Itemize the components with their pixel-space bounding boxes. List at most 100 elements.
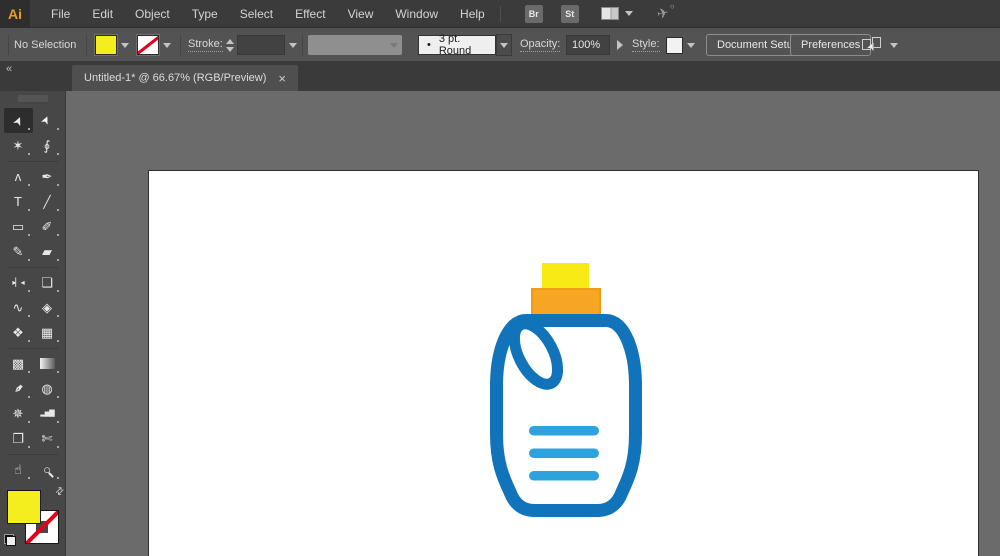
tool-mesh-tool[interactable]: ▩ bbox=[4, 351, 33, 376]
column-graph-icon: ▂▅▇ bbox=[40, 410, 54, 417]
tool-free-transform-tool[interactable]: ◈ bbox=[33, 295, 62, 320]
swap-fill-stroke-icon[interactable]: ⇄ bbox=[53, 485, 67, 499]
bridge-button[interactable]: Br bbox=[524, 4, 543, 23]
tool-curvature-tool[interactable]: ʌ bbox=[4, 164, 33, 189]
default-fill-stroke-icon[interactable] bbox=[4, 534, 16, 546]
opacity-expand-icon[interactable] bbox=[617, 40, 623, 50]
menu-object[interactable]: Object bbox=[124, 0, 181, 28]
menu-window[interactable]: Window bbox=[384, 0, 449, 28]
preferences-button[interactable]: Preferences bbox=[790, 34, 872, 56]
free-transform-icon: ◈ bbox=[42, 300, 52, 315]
tool-reflect-tool[interactable]: ▸▏◂ bbox=[4, 270, 33, 295]
artboard[interactable] bbox=[148, 170, 979, 556]
stroke-color-swatch[interactable] bbox=[137, 35, 159, 55]
tool-direct-selection-tool[interactable]: ➤ bbox=[33, 108, 62, 133]
collapse-panel-icon[interactable]: « bbox=[6, 63, 12, 75]
stroke-label[interactable]: Stroke: bbox=[188, 38, 223, 52]
tool-zoom-tool[interactable]: ○ bbox=[33, 457, 62, 482]
document-tab[interactable]: Untitled-1* @ 66.67% (RGB/Preview) × bbox=[72, 65, 298, 91]
tool-line-segment-tool[interactable]: ╱ bbox=[33, 189, 62, 214]
menu-select[interactable]: Select bbox=[229, 0, 284, 28]
menu-view[interactable]: View bbox=[337, 0, 385, 28]
tool-slice-tool[interactable]: ✄ bbox=[33, 426, 62, 451]
tool-pencil-tool[interactable]: ✎ bbox=[4, 239, 33, 264]
menu-type[interactable]: Type bbox=[181, 0, 229, 28]
tool-magic-wand-tool[interactable]: ✶ bbox=[4, 133, 33, 158]
panel-grip[interactable] bbox=[17, 95, 48, 102]
magic-wand-icon: ✶ bbox=[12, 138, 24, 153]
tool-paintbrush-tool[interactable]: ✐ bbox=[33, 214, 62, 239]
tool-scale-tool[interactable]: ❏ bbox=[33, 270, 62, 295]
tool-lasso-tool[interactable]: ∮ bbox=[33, 133, 62, 158]
stock-button[interactable]: St bbox=[560, 4, 579, 23]
chevron-down-icon bbox=[500, 42, 508, 48]
chevron-down-icon bbox=[289, 42, 297, 48]
label-stripe[interactable] bbox=[529, 448, 599, 459]
tool-type-tool[interactable]: T bbox=[4, 189, 33, 214]
tool-perspective-grid-tool[interactable]: ▦ bbox=[33, 320, 62, 345]
stroke-weight-dropdown[interactable] bbox=[285, 35, 301, 55]
style-label[interactable]: Style: bbox=[632, 38, 660, 52]
chevron-down-icon bbox=[390, 43, 398, 48]
fill-color-swatch[interactable] bbox=[95, 35, 117, 55]
tool-artboard-tool[interactable]: ❐ bbox=[4, 426, 33, 451]
tool-selection-tool[interactable]: ➤ bbox=[3, 108, 33, 133]
tool-eyedropper-tool[interactable]: ✒ bbox=[4, 376, 33, 401]
chevron-down-icon bbox=[687, 42, 695, 48]
menu-effect[interactable]: Effect bbox=[284, 0, 336, 28]
opacity-label[interactable]: Opacity: bbox=[520, 38, 561, 52]
menu-file[interactable]: File bbox=[40, 0, 81, 28]
tool-eraser-tool[interactable]: ▰ bbox=[33, 239, 62, 264]
reflect-icon: ▸▏◂ bbox=[12, 277, 24, 287]
opacity-input[interactable]: 100% bbox=[566, 35, 610, 55]
selection-status: No Selection bbox=[14, 39, 77, 51]
stroke-weight-stepper[interactable] bbox=[226, 38, 234, 52]
blend-icon: ◍ bbox=[41, 381, 53, 396]
tool-hand-tool[interactable]: ☝ bbox=[4, 457, 33, 482]
label-stripe[interactable] bbox=[529, 471, 599, 481]
tab-close-icon[interactable]: × bbox=[278, 71, 286, 86]
tool-pen-tool[interactable]: ✒ bbox=[33, 164, 62, 189]
brush-definition-field[interactable]: • 3 pt. Round bbox=[418, 33, 496, 57]
menu-edit[interactable]: Edit bbox=[81, 0, 124, 28]
stepper-down-icon[interactable] bbox=[226, 46, 234, 52]
workspace-chevron-icon[interactable] bbox=[890, 42, 898, 48]
bottle-cap-top[interactable] bbox=[542, 263, 589, 290]
stroke-color-dropdown[interactable] bbox=[159, 35, 175, 55]
tool-column-graph-tool[interactable]: ▂▅▇ bbox=[33, 401, 62, 426]
tool-rectangle-tool[interactable]: ▭ bbox=[4, 214, 33, 239]
controlbar-divider bbox=[8, 35, 9, 55]
canvas-area[interactable] bbox=[66, 91, 1000, 556]
share-icon[interactable]: ✈ ○ bbox=[655, 2, 674, 23]
stepper-up-icon[interactable] bbox=[226, 38, 234, 44]
style-swatch[interactable] bbox=[666, 36, 683, 54]
arrange-documents-icon[interactable] bbox=[600, 7, 619, 20]
bottle-cap-collar[interactable] bbox=[531, 288, 601, 316]
chevron-down-icon bbox=[121, 42, 129, 48]
tool-gradient-tool[interactable] bbox=[33, 351, 62, 376]
tools-panel: ➤ ➤ ✶ ∮ ʌ ✒ T ╱ ▭ ✐ ✎ ▰ ▸▏◂ ❏ ∿ ◈ ❖ ▦ ▩ ✒ ◍ ✵ ▂▅▇ ❐ ✄ ☝ ○ ⇄ bbox=[0, 91, 67, 556]
hand-icon: ☝ bbox=[14, 462, 22, 477]
artboard-icon: ❐ bbox=[12, 431, 24, 446]
brush-definition-dropdown[interactable] bbox=[496, 34, 512, 56]
label-stripe[interactable] bbox=[529, 426, 599, 436]
fill-swatch[interactable] bbox=[7, 490, 41, 524]
tool-width-tool[interactable]: ∿ bbox=[4, 295, 33, 320]
style-dropdown[interactable] bbox=[683, 35, 699, 55]
menu-help[interactable]: Help bbox=[449, 0, 496, 28]
touch-workspace-icon[interactable]: ➤ bbox=[862, 37, 882, 53]
slice-icon: ✄ bbox=[41, 431, 53, 446]
stroke-weight-input[interactable] bbox=[237, 35, 285, 55]
symbol-sprayer-icon: ✵ bbox=[12, 406, 24, 421]
width-icon: ∿ bbox=[12, 300, 24, 315]
arrange-documents-chevron-icon[interactable] bbox=[624, 11, 633, 16]
tool-blend-tool[interactable]: ◍ bbox=[33, 376, 62, 401]
control-bar: No Selection Stroke: • 3 pt. Round Opaci… bbox=[0, 28, 1000, 62]
tool-symbol-sprayer-tool[interactable]: ✵ bbox=[4, 401, 33, 426]
selection-icon: ➤ bbox=[9, 113, 27, 128]
detergent-bottle-artwork[interactable] bbox=[490, 263, 642, 517]
tool-shape-builder-tool[interactable]: ❖ bbox=[4, 320, 33, 345]
fill-color-dropdown[interactable] bbox=[117, 35, 133, 55]
zoom-icon: ○ bbox=[43, 462, 51, 477]
pencil-icon: ✎ bbox=[12, 244, 24, 259]
